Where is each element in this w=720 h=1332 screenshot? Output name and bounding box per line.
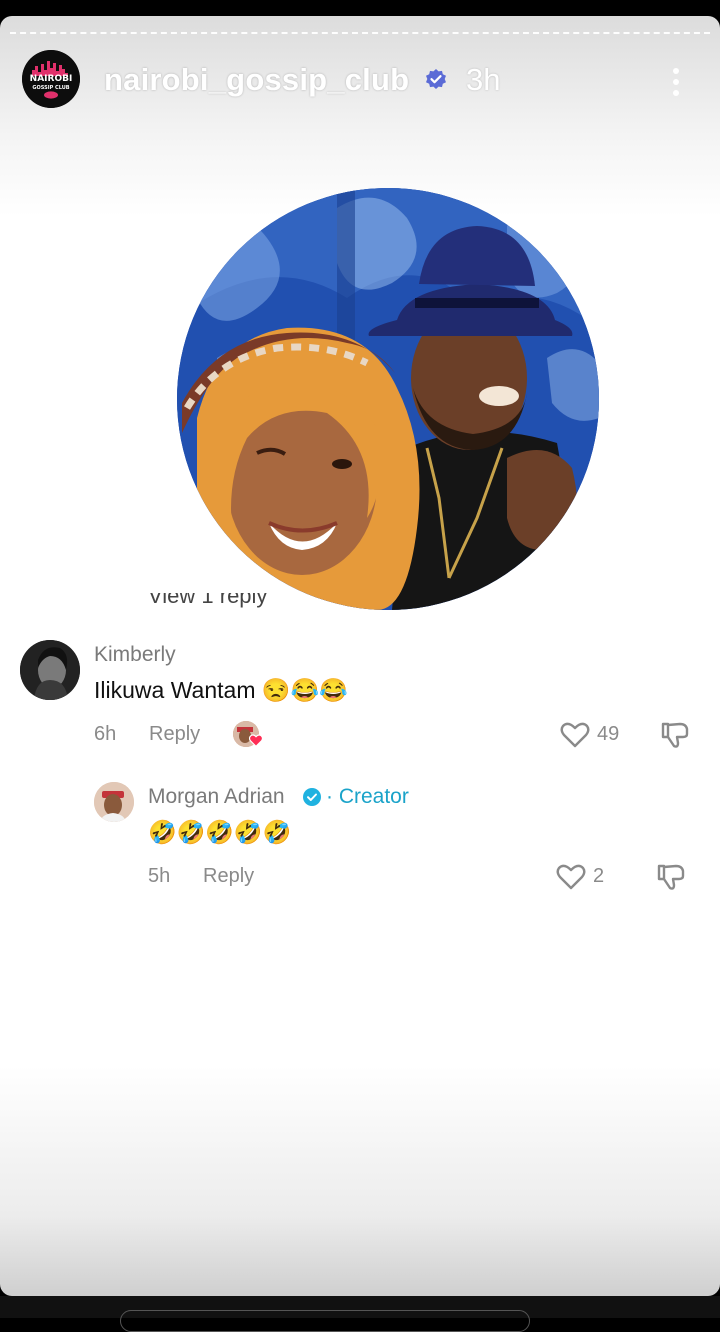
story-card: NAIROBI GOSSIP CLUB nairobi_gossip_club … [0,16,720,1296]
dislike-icon[interactable] [660,720,690,750]
profile-photo [177,188,599,610]
reply-time: 5h [148,865,171,887]
reply-input-handle[interactable] [120,1310,530,1332]
view-replies-text-partial: View 1 reply [148,583,268,608]
creator-badge: · Creator [326,785,409,808]
comment-author[interactable]: Kimberly [94,643,176,667]
like-count: 49 [597,723,620,745]
comment-time: 6h [94,723,117,745]
logo-title: NAIROBI [29,74,73,84]
more-options-icon[interactable] [666,66,686,98]
reply-text: 🤣🤣🤣🤣🤣 [148,819,292,845]
profile-avatar[interactable]: NAIROBI GOSSIP CLUB [22,50,80,108]
verified-badge-icon [302,787,322,807]
reply-button[interactable]: Reply [203,865,254,888]
account-username[interactable]: nairobi_gossip_club [104,62,409,98]
reply-button[interactable]: Reply [149,723,200,746]
like-heart-icon[interactable] [556,863,586,891]
commenter-avatar[interactable] [20,640,80,700]
logo-subtitle: GOSSIP CLUB [32,85,70,91]
heart-badge-icon [249,734,263,747]
comment-text: Ilikuwa Wantam 😒😂😂 [94,677,348,703]
story-time: 3h [466,62,501,97]
creator-avatar[interactable] [94,782,134,822]
status-bar [0,0,720,16]
reply-author[interactable]: Morgan Adrian [148,785,285,809]
like-heart-icon[interactable] [560,721,590,749]
story-progress-bar [10,32,710,34]
dislike-icon[interactable] [656,862,686,892]
like-count: 2 [593,865,605,887]
verified-badge-icon [424,68,448,92]
